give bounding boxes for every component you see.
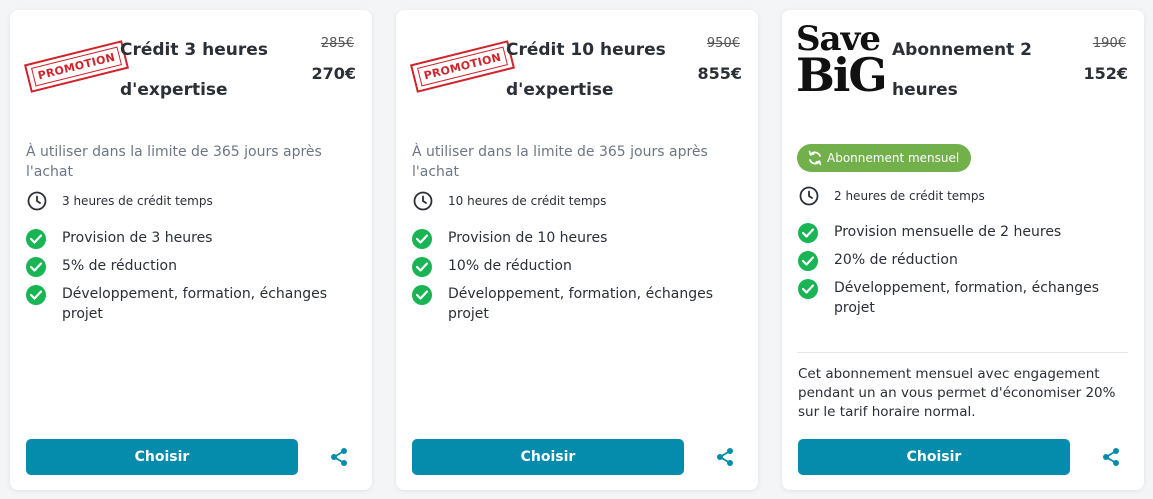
feature-list: Provision de 10 heures 10% de réduction … <box>412 228 732 332</box>
feature-text: Provision mensuelle de 2 heures <box>834 224 1062 240</box>
promotion-badge: PROMOTION <box>409 40 516 93</box>
check-icon <box>26 257 46 277</box>
credit-row: 10 heures de crédit temps <box>412 190 732 212</box>
promotion-badge-text: PROMOTION <box>31 46 123 87</box>
check-icon <box>798 251 818 271</box>
feature-item: 5% de réduction <box>26 256 346 277</box>
card-title: Crédit 10 heures d'expertise <box>506 40 666 100</box>
feature-item: Développement, formation, échanges proje… <box>26 284 346 324</box>
check-icon <box>26 229 46 249</box>
feature-text: 5% de réduction <box>62 258 177 274</box>
new-price: 855€ <box>697 64 742 83</box>
new-price: 152€ <box>1083 64 1128 83</box>
feature-item: Provision de 3 heures <box>26 228 346 249</box>
subscription-note: Cet abonnement mensuel avec engagement p… <box>798 366 1116 420</box>
check-icon <box>412 285 432 305</box>
save-big-logo: Save BiG <box>796 19 888 102</box>
credit-text: 3 heures de crédit temps <box>62 194 213 208</box>
new-price: 270€ <box>311 64 356 83</box>
validity-text: À utiliser dans la limite de 365 jours a… <box>26 144 322 180</box>
share-icon[interactable] <box>1100 446 1122 468</box>
check-icon <box>26 285 46 305</box>
card-title: Crédit 3 heures d'expertise <box>120 40 268 100</box>
feature-item: Provision mensuelle de 2 heures <box>798 222 1118 243</box>
old-price: 285€ <box>320 36 354 51</box>
share-icon[interactable] <box>714 446 736 468</box>
feature-text: Développement, formation, échanges proje… <box>834 280 1100 316</box>
refresh-icon <box>808 150 822 166</box>
credit-text: 2 heures de crédit temps <box>834 189 985 203</box>
feature-list: Provision mensuelle de 2 heures 20% de r… <box>798 222 1118 326</box>
old-price: 950€ <box>706 36 740 51</box>
promotion-badge-text: PROMOTION <box>417 46 509 87</box>
check-icon <box>412 229 432 249</box>
credit-row: 2 heures de crédit temps <box>798 185 1118 207</box>
clock-icon <box>413 191 433 211</box>
validity-text: À utiliser dans la limite de 365 jours a… <box>412 144 708 180</box>
feature-text: Développement, formation, échanges proje… <box>62 286 328 322</box>
feature-item: Développement, formation, échanges proje… <box>798 278 1118 318</box>
check-icon <box>798 223 818 243</box>
subscription-tag: Abonnement mensuel <box>797 144 972 172</box>
credit-row: 3 heures de crédit temps <box>26 190 346 212</box>
feature-item: 10% de réduction <box>412 256 732 277</box>
feature-text: 20% de réduction <box>834 252 958 268</box>
choose-button[interactable]: Choisir <box>412 439 684 475</box>
choose-button[interactable]: Choisir <box>798 439 1070 475</box>
check-icon <box>798 279 818 299</box>
promotion-badge: PROMOTION <box>23 40 130 93</box>
subscription-tag-text: Abonnement mensuel <box>827 151 960 165</box>
feature-text: Provision de 10 heures <box>448 230 608 246</box>
feature-text: 10% de réduction <box>448 258 572 274</box>
pricing-card-10h: PROMOTION Crédit 10 heures d'expertise 9… <box>396 10 758 490</box>
choose-button[interactable]: Choisir <box>26 439 298 475</box>
pricing-card-subscription: Save BiG Abonnement 2 heures 190€ 152€ A… <box>782 10 1144 490</box>
share-icon[interactable] <box>328 446 350 468</box>
feature-text: Provision de 3 heures <box>62 230 213 246</box>
feature-item: Développement, formation, échanges proje… <box>412 284 732 324</box>
feature-list: Provision de 3 heures 5% de réduction Dé… <box>26 228 346 332</box>
card-title: Abonnement 2 heures <box>892 40 1032 100</box>
clock-icon <box>27 191 47 211</box>
divider <box>797 352 1128 353</box>
clock-icon <box>799 186 819 206</box>
feature-text: Développement, formation, échanges proje… <box>448 286 714 322</box>
feature-item: 20% de réduction <box>798 250 1118 271</box>
credit-text: 10 heures de crédit temps <box>448 194 607 208</box>
check-icon <box>412 257 432 277</box>
pricing-card-3h: PROMOTION Crédit 3 heures d'expertise 28… <box>10 10 372 490</box>
old-price: 190€ <box>1092 36 1126 51</box>
feature-item: Provision de 10 heures <box>412 228 732 249</box>
